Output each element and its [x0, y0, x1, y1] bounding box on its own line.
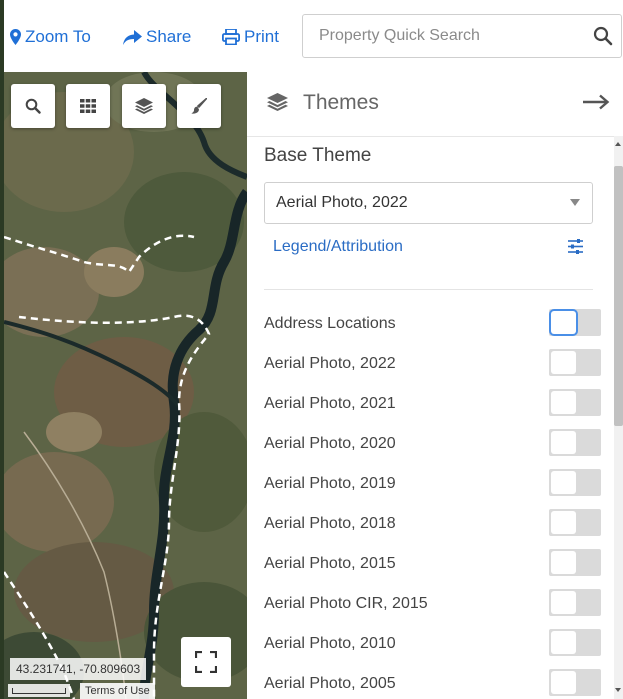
top-toolbar: Zoom To Share Print	[4, 0, 623, 72]
theme-row-aerial-2021: Aerial Photo, 2021	[264, 389, 604, 419]
theme-row-aerial-cir-2015: Aerial Photo CIR, 2015	[264, 589, 604, 619]
scroll-down-arrow-icon[interactable]	[615, 688, 621, 692]
base-theme-value: Aerial Photo, 2022	[276, 194, 408, 211]
share-label: Share	[146, 27, 192, 46]
themes-panel: Themes Base Theme Aerial Photo, 2022 Leg…	[247, 72, 623, 699]
theme-toggle[interactable]	[549, 629, 601, 656]
map-draw-button[interactable]	[177, 84, 221, 128]
theme-toggle[interactable]	[549, 389, 601, 416]
aerial-imagery	[4, 72, 247, 699]
theme-row-aerial-2018: Aerial Photo, 2018	[264, 509, 604, 539]
theme-row-aerial-2015: Aerial Photo, 2015	[264, 549, 604, 579]
coordinate-readout: 43.231741, -70.809603	[10, 658, 147, 680]
theme-label: Aerial Photo, 2021	[264, 395, 396, 412]
print-label: Print	[244, 27, 279, 46]
base-theme-label: Base Theme	[264, 145, 372, 166]
base-theme-select[interactable]: Aerial Photo, 2022	[264, 182, 593, 224]
paintbrush-icon	[191, 98, 207, 114]
theme-toggle[interactable]	[549, 469, 601, 496]
search-button[interactable]	[593, 26, 613, 46]
scale-bar	[8, 684, 70, 697]
zoom-to-button[interactable]: Zoom To	[10, 25, 91, 49]
theme-row-aerial-2019: Aerial Photo, 2019	[264, 469, 604, 499]
print-button[interactable]: Print	[222, 25, 279, 49]
fullscreen-button[interactable]	[181, 637, 231, 687]
map-view[interactable]: 43.231741, -70.809603 Terms of Use	[4, 72, 247, 699]
sliders-icon[interactable]	[567, 239, 584, 254]
theme-label: Address Locations	[264, 315, 396, 332]
theme-label: Aerial Photo, 2015	[264, 555, 396, 572]
map-marker-icon	[10, 29, 21, 45]
scroll-up-arrow-icon[interactable]	[615, 142, 621, 146]
theme-row-aerial-2010: Aerial Photo, 2010	[264, 629, 604, 659]
theme-toggle[interactable]	[549, 669, 601, 696]
share-button[interactable]: Share	[123, 25, 191, 49]
fullscreen-icon	[195, 651, 217, 673]
theme-label: Aerial Photo, 2018	[264, 515, 396, 532]
search-icon	[593, 26, 613, 46]
theme-row-aerial-2020: Aerial Photo, 2020	[264, 429, 604, 459]
theme-row-address-locations: Address Locations	[264, 309, 604, 339]
theme-row-aerial-2005: Aerial Photo, 2005	[264, 669, 604, 699]
terms-of-use-link[interactable]: Terms of Use	[80, 683, 155, 699]
theme-label: Aerial Photo, 2022	[264, 355, 396, 372]
legend-attribution-link[interactable]: Legend/Attribution	[273, 238, 403, 256]
layers-icon	[135, 98, 153, 114]
map-grid-button[interactable]	[66, 84, 110, 128]
theme-toggle[interactable]	[549, 429, 601, 456]
map-layers-button[interactable]	[122, 84, 166, 128]
theme-label: Aerial Photo CIR, 2015	[264, 595, 428, 612]
layers-icon	[267, 93, 288, 111]
theme-toggle[interactable]	[549, 309, 601, 336]
theme-toggle[interactable]	[549, 589, 601, 616]
arrow-right-icon[interactable]	[583, 94, 610, 110]
property-search	[302, 14, 622, 58]
app-window: Zoom To Share Print Property Quick Searc…	[0, 0, 623, 699]
property-search-input[interactable]	[303, 15, 589, 57]
printer-icon	[222, 29, 240, 45]
search-icon	[25, 98, 41, 114]
theme-toggle[interactable]	[549, 509, 601, 536]
theme-toggle[interactable]	[549, 549, 601, 576]
map-search-button[interactable]	[11, 84, 55, 128]
theme-label: Aerial Photo, 2020	[264, 435, 396, 452]
divider	[264, 289, 593, 290]
theme-toggle[interactable]	[549, 349, 601, 376]
theme-label: Aerial Photo, 2005	[264, 675, 396, 692]
theme-label: Aerial Photo, 2019	[264, 475, 396, 492]
scrollbar-thumb[interactable]	[614, 166, 623, 426]
caret-down-icon	[570, 199, 580, 206]
themes-header: Themes	[247, 72, 623, 137]
theme-row-aerial-2022: Aerial Photo, 2022	[264, 349, 604, 379]
themes-title: Themes	[303, 91, 379, 114]
theme-label: Aerial Photo, 2010	[264, 635, 396, 652]
share-arrow-icon	[123, 29, 142, 45]
grid-icon	[80, 99, 96, 113]
zoom-to-label: Zoom To	[25, 27, 91, 46]
